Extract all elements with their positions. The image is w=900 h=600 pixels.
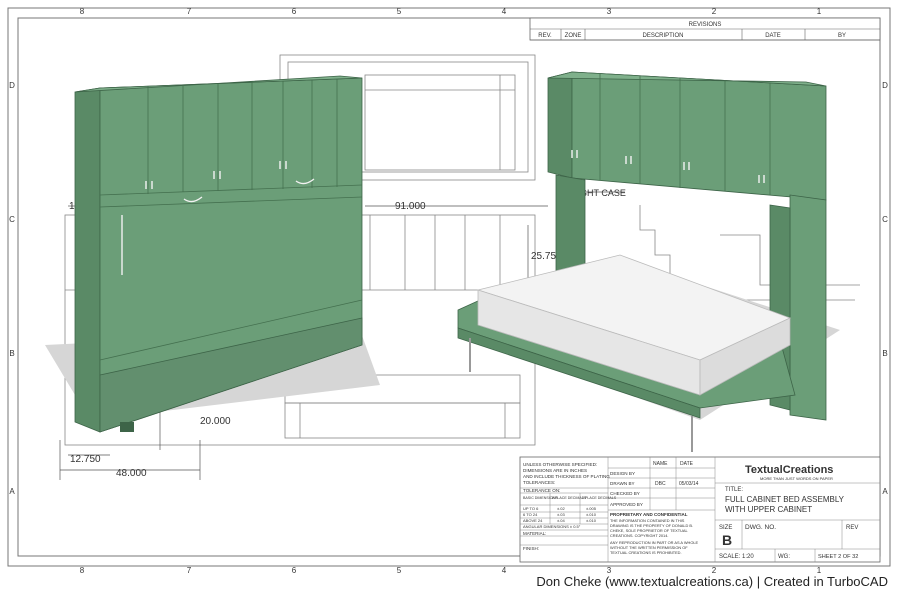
title-block: UNLESS OTHERWISE SPECIFIED: DIMENSIONS A… — [519, 456, 881, 563]
tolerance-cell: ±.03 — [557, 512, 566, 517]
revisions-header: REV. — [538, 33, 552, 39]
role-label: APPROVED BY — [610, 502, 643, 507]
zone-col-top: 4 — [502, 7, 507, 16]
scale-label: SCALE: 1:20 — [719, 554, 754, 560]
tolerance-cell: ABOVE 24 — [523, 518, 543, 523]
revisions-header: DATE — [765, 33, 781, 39]
tolerance-cell: ±.04 — [557, 518, 566, 523]
technical-drawing: 8 7 6 5 4 3 2 1 8 7 6 5 4 3 2 1 D C B A … — [7, 7, 891, 575]
tolerance-cell: ±.02 — [557, 506, 566, 511]
zone-col-top: 6 — [292, 7, 297, 16]
tolerance-cell: UP TO 6 — [523, 506, 539, 511]
revisions-header: ZONE — [565, 33, 582, 39]
role-label: DESIGN BY — [610, 471, 635, 476]
callout-label: GHT CASE — [580, 188, 626, 198]
dimension-depth-label: 48.000 — [116, 468, 147, 479]
size-label: SIZE — [719, 525, 732, 531]
sheet-label: SHEET 2 OF 32 — [818, 554, 858, 560]
zone-col-bottom: 7 — [187, 566, 192, 575]
zone-col-top: 3 — [607, 7, 612, 16]
zone-col-top: 8 — [80, 7, 85, 16]
date-column-header: DATE — [680, 461, 694, 467]
drawing-title-line1: FULL CABINET BED ASSEMBLY — [725, 495, 845, 504]
zone-col-top: 1 — [817, 7, 822, 16]
tolerance-note: DIMENSIONS ARE IN INCHES — [523, 468, 587, 473]
dimension-upper-height-label: 25.75 — [531, 251, 556, 262]
revisions-title: REVISIONS — [689, 22, 722, 28]
tolerance-on-label: TOLERANCE ON: — [523, 488, 560, 493]
company-logo-text: TextualCreations — [745, 464, 833, 476]
finish-label: FINISH: — [523, 546, 539, 551]
proprietary-line: CREATIONS. COPYRIGHT 2014. — [610, 533, 668, 538]
tolerance-note: TOLERANCES: — [523, 480, 555, 485]
dimension-side-offset-label: 12.750 — [70, 454, 101, 465]
company-tagline: MORE THAN JUST WORDS ON PAPER — [760, 476, 833, 481]
proprietary-line: TEXTUAL CREATIONS IS PROHIBITED. — [610, 550, 682, 555]
tolerance-cell: ±.010 — [586, 512, 597, 517]
zone-row-right: C — [882, 215, 888, 224]
dimension-width-label: 91.000 — [395, 201, 426, 212]
drawing-number-label: DWG. NO. — [745, 524, 776, 531]
proprietary-title: PROPRIETARY AND CONFIDENTIAL — [610, 512, 688, 517]
zone-col-bottom: 8 — [80, 566, 85, 575]
revisions-header: DESCRIPTION — [642, 33, 683, 39]
name-column-header: NAME — [653, 461, 668, 467]
tolerance-cell: 6 TO 24 — [523, 512, 538, 517]
tolerance-header: 3 PLACE DECIMALS — [582, 496, 617, 500]
size-value: B — [722, 532, 732, 548]
title-label: TITLE: — [725, 487, 743, 493]
tolerance-cell: ±.010 — [586, 518, 597, 523]
zone-col-bottom: 5 — [397, 566, 402, 575]
zone-col-bottom: 6 — [292, 566, 297, 575]
material-label: MATERIAL: — [523, 531, 546, 536]
zone-col-top: 7 — [187, 7, 192, 16]
weight-label: WG: — [778, 554, 790, 560]
drawn-by-name: DBC — [655, 481, 666, 487]
angular-tolerance: ANGULAR DIMENSIONS ± 0.5° — [523, 524, 581, 529]
revisions-header: BY — [838, 33, 846, 39]
revisions-table: REVISIONS REV. ZONE DESCRIPTION DATE BY — [529, 17, 881, 41]
zone-row-left: C — [9, 215, 15, 224]
tolerance-note: UNLESS OTHERWISE SPECIFIED: — [523, 462, 597, 467]
zone-row-right: D — [882, 81, 888, 90]
role-label: DRAWN BY — [610, 481, 635, 486]
zone-col-top: 2 — [712, 7, 717, 16]
zone-col-bottom: 4 — [502, 566, 507, 575]
tolerance-cell: ±.005 — [586, 506, 597, 511]
zone-row-right: B — [882, 349, 887, 358]
drawing-title-line2: WITH UPPER CABINET — [725, 505, 812, 514]
role-label: CHECKED BY — [610, 491, 640, 496]
dimension-bed-height-label: 20.000 — [200, 416, 231, 427]
zone-row-right: A — [882, 487, 888, 496]
image-credit-caption: Don Cheke (www.textualcreations.ca) | Cr… — [536, 574, 888, 589]
zone-col-top: 5 — [397, 7, 402, 16]
drawn-by-date: 05/03/14 — [679, 481, 699, 487]
closed-cabinet-render — [45, 75, 380, 433]
zone-row-left: D — [9, 81, 15, 90]
tolerance-note: AND INCLUDE THICKNESS OF PLATING — [523, 474, 610, 479]
zone-row-left: A — [9, 487, 15, 496]
drawing-sheet: 8 7 6 5 4 3 2 1 8 7 6 5 4 3 2 1 D C B A … — [0, 0, 900, 600]
zone-row-left: B — [9, 349, 14, 358]
revision-label: REV — [846, 525, 858, 531]
